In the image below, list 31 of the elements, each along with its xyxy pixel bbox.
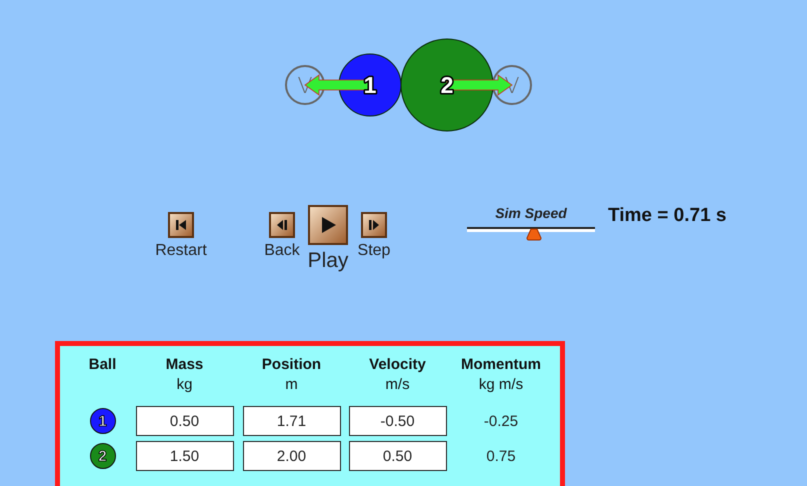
input-field[interactable]: 1.50 — [136, 441, 234, 471]
column-header: Ball — [88, 356, 116, 373]
column-header: Velocity — [369, 356, 426, 373]
ball-icon: 2 — [90, 443, 116, 469]
ball[interactable] — [400, 38, 494, 132]
input-field[interactable]: -0.50 — [348, 406, 446, 436]
column-unit: m — [285, 376, 298, 393]
step-icon — [361, 212, 387, 238]
column-header: Position — [262, 356, 322, 373]
column-unit: kg — [176, 376, 192, 393]
restart-button[interactable]: Restart — [150, 212, 212, 260]
input-field[interactable]: 2.00 — [242, 441, 340, 471]
ball-icon: 1 — [90, 408, 116, 434]
column-unit: kg m/s — [478, 376, 524, 393]
step-button[interactable]: Step — [352, 212, 396, 260]
back-button[interactable]: Back — [260, 212, 304, 260]
back-icon — [269, 212, 295, 238]
column-header: Mass — [166, 356, 204, 373]
restart-icon — [168, 212, 194, 238]
table-cell: -0.25 — [484, 412, 518, 430]
table-cell: 0.75 — [486, 448, 516, 464]
play-icon — [308, 205, 348, 245]
input-field[interactable]: 0.50 — [348, 441, 446, 471]
play-button[interactable]: Play — [304, 205, 352, 273]
column-header: Momentum — [461, 356, 541, 373]
column-unit: m/s — [385, 376, 410, 393]
slider-label: Sim Speed — [495, 205, 567, 221]
input-field[interactable]: 1.71 — [242, 406, 340, 436]
input-field[interactable]: 0.50 — [136, 406, 234, 436]
time-readout: Time = 0.71 s — [608, 205, 726, 227]
slider-thumb[interactable] — [526, 228, 542, 241]
